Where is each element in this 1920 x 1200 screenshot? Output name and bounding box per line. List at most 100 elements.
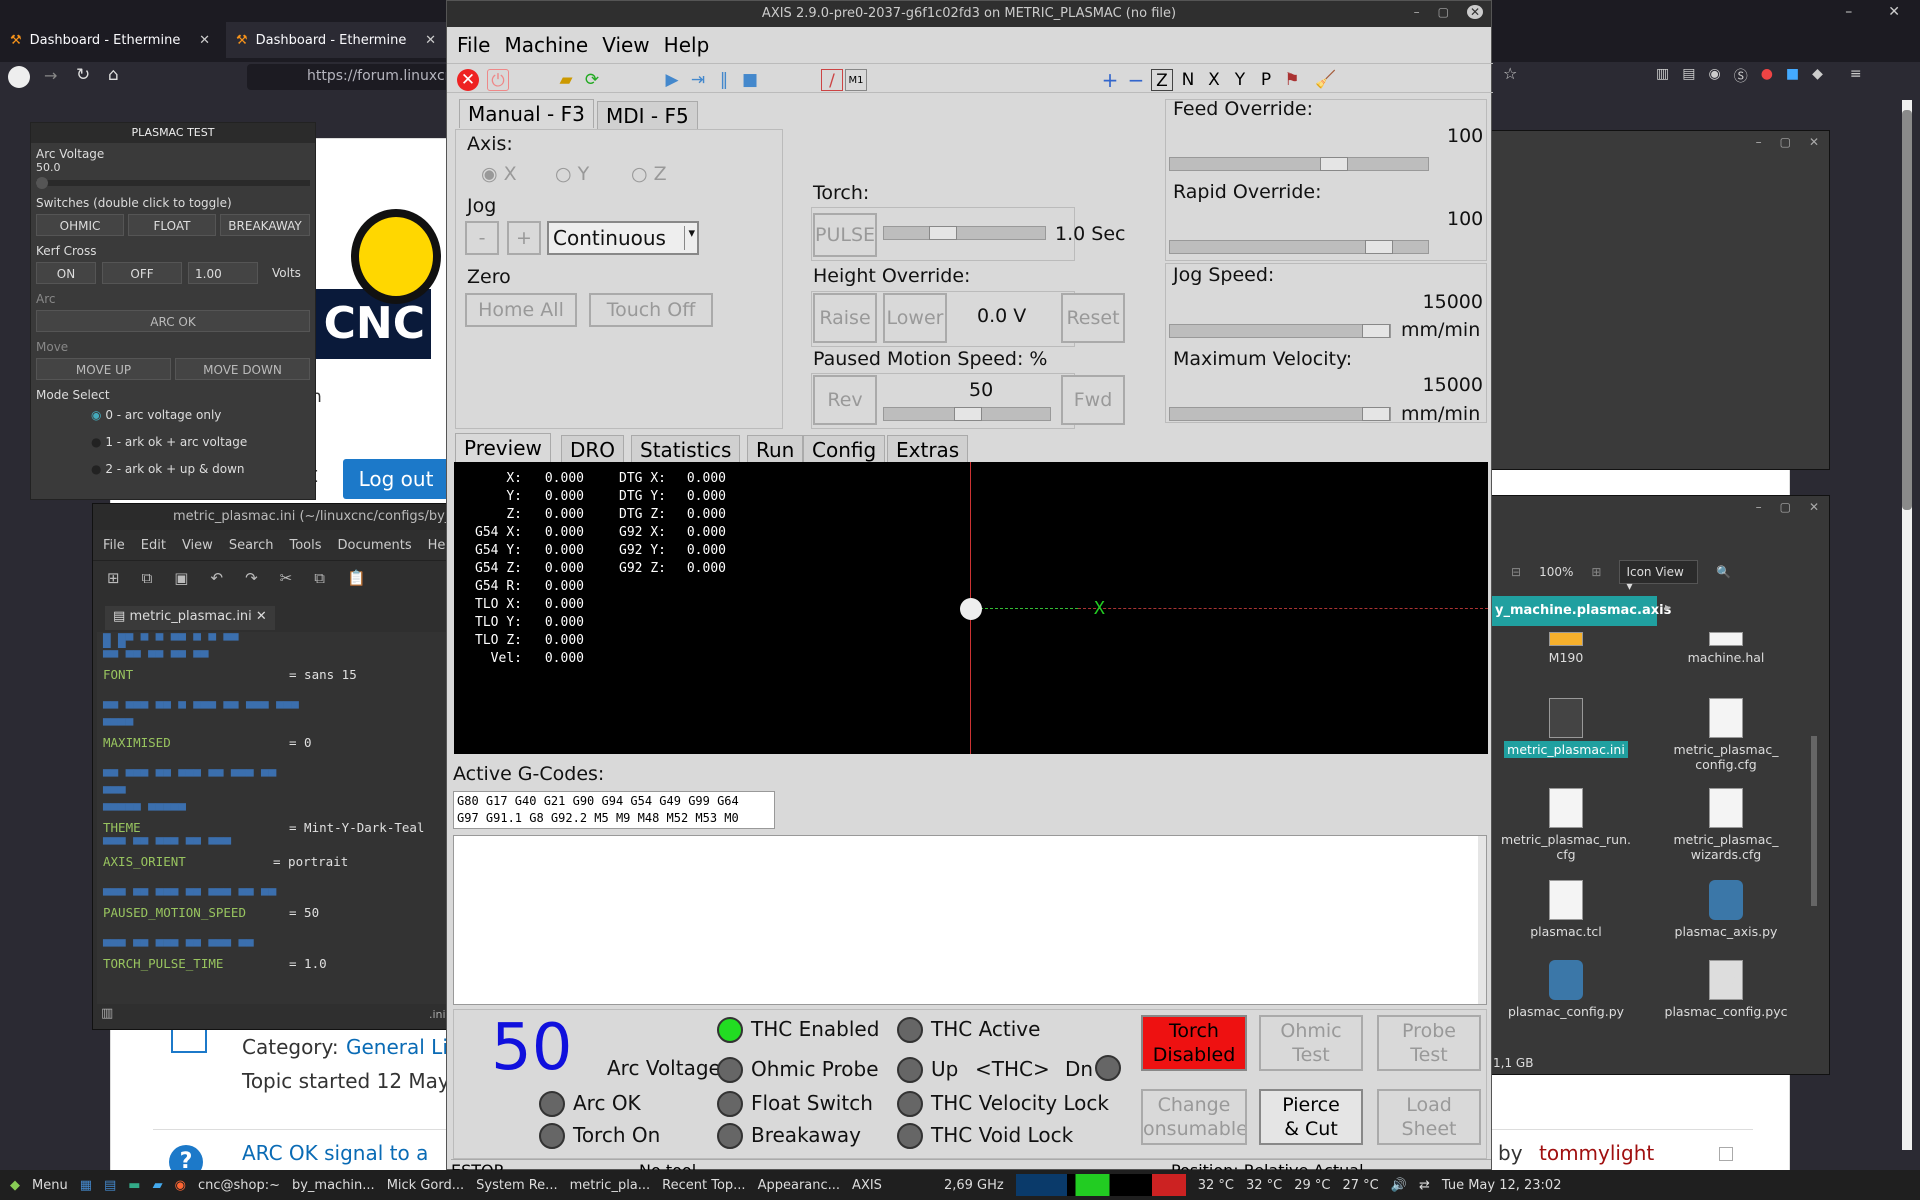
max-velocity-slider[interactable] (1169, 407, 1391, 421)
menu-edit[interactable]: Edit (141, 538, 166, 560)
estop-icon[interactable]: ✕ (457, 69, 479, 91)
tab-extras[interactable]: Extras (887, 435, 969, 464)
view-y-icon[interactable]: Y (1229, 69, 1251, 91)
kerf-value-spinbox[interactable]: 1.00 (188, 262, 258, 284)
rev-button[interactable]: Rev (813, 375, 877, 425)
code-area[interactable]: █ █▀ ▀ ▀ ▀▀ ▀ ▀ ▀▀ ▀▀ ▀▀ ▀▀ ▀▀ ▀▀ FONT = … (97, 632, 447, 1004)
fwd-button[interactable]: Fwd (1061, 375, 1125, 425)
paste-icon[interactable]: 📋 (347, 569, 366, 588)
minimize-icon[interactable]: – (1414, 5, 1420, 19)
arc-ok-button[interactable]: ARC OK (36, 310, 310, 332)
minimize-icon[interactable]: – (1756, 135, 1762, 149)
chevron-right-icon[interactable]: ▸ (1665, 600, 1671, 614)
sidebar-toggle-icon[interactable]: ▥ (101, 1006, 113, 1021)
thread-checkbox[interactable] (1719, 1147, 1733, 1161)
view-z2-icon[interactable]: N (1177, 69, 1199, 91)
close-icon[interactable]: ✕ (199, 33, 210, 48)
mode-radio-0[interactable]: ◉ 0 - arc voltage only (91, 402, 310, 429)
cut-icon[interactable]: ✂ (280, 569, 293, 588)
show-desktop-icon[interactable]: ▦ (80, 1178, 92, 1193)
network-icon[interactable]: ⇄ (1419, 1178, 1430, 1193)
menu-tools[interactable]: Tools (289, 538, 321, 560)
slider-handle[interactable] (1362, 407, 1390, 421)
load-sheet-button[interactable]: Load Sheet (1377, 1089, 1481, 1145)
task-editor[interactable]: metric_pla... (570, 1178, 651, 1193)
raise-button[interactable]: Raise (813, 293, 877, 343)
file-item[interactable]: plasmac_axis.py (1651, 880, 1801, 939)
mdi-history[interactable] (453, 835, 1487, 1005)
move-up-button[interactable]: MOVE UP (36, 358, 171, 380)
back-icon[interactable] (8, 66, 30, 88)
tab-mdi[interactable]: MDI - F5 (597, 101, 698, 130)
folder-icon[interactable]: ▰ (153, 1178, 163, 1193)
minimize-icon[interactable]: – (1845, 4, 1852, 20)
terminal-icon[interactable]: ▬ (128, 1178, 140, 1193)
close-icon[interactable]: ✕ (1888, 4, 1900, 20)
slider-handle[interactable] (954, 407, 982, 421)
menu-view[interactable]: View (182, 538, 213, 560)
task-axis[interactable]: AXIS (852, 1178, 882, 1193)
undo-icon[interactable]: ↶ (210, 569, 223, 588)
close-icon[interactable]: ✕ (1809, 500, 1819, 514)
sidebar-icon[interactable]: ▤ (1682, 66, 1695, 86)
file-manager-icon[interactable]: ▤ (104, 1178, 116, 1193)
file-item[interactable]: metric_plasmac_ config.cfg (1651, 698, 1801, 772)
task-appearance[interactable]: Appearanc... (758, 1178, 840, 1193)
jog-mode-select[interactable]: Continuous ▾ (547, 221, 699, 255)
author-link[interactable]: tommylight (1539, 1141, 1654, 1165)
extension-icon[interactable]: ◆ (1812, 66, 1823, 86)
reload-icon[interactable]: ↻ (76, 65, 90, 85)
axis-radio-y[interactable]: ○ Y (555, 163, 589, 185)
paused-speed-slider[interactable] (883, 407, 1051, 421)
account-icon[interactable]: ◉ (1708, 66, 1720, 86)
run-icon[interactable]: ▶ (661, 69, 683, 91)
arc-voltage-slider[interactable] (36, 177, 310, 189)
tab-dro[interactable]: DRO (561, 435, 625, 464)
logout-button[interactable]: Log out (343, 459, 449, 499)
zoom-out-icon[interactable]: − (1125, 69, 1147, 91)
tab-statistics[interactable]: Statistics (631, 435, 741, 464)
zoom-out-icon[interactable]: ⊟ (1511, 565, 1521, 579)
file-item[interactable]: machine.hal (1651, 632, 1801, 665)
firefox-icon[interactable]: ◉ (175, 1178, 186, 1193)
zoom-in-icon[interactable]: ⊞ (1591, 565, 1601, 579)
torch-disabled-button[interactable]: Torch Disabled (1141, 1015, 1247, 1071)
extension-icon[interactable]: ■ (1786, 66, 1799, 86)
maximize-icon[interactable]: ▢ (1780, 500, 1791, 514)
preview-area[interactable]: X X: 0.000 DTG X: 0.000 Y: 0.000 DTG Y: 0.000 … (454, 462, 1488, 754)
file-item[interactable]: ⚙ plasmac_config.pyc (1651, 960, 1801, 1019)
lower-button[interactable]: Lower (883, 293, 947, 343)
breakaway-button[interactable]: BREAKAWAY (220, 214, 310, 236)
home-icon[interactable]: ⌂ (108, 65, 119, 85)
stop-icon[interactable]: ■ (739, 69, 761, 91)
editor-tab[interactable]: ▤ metric_plasmac.ini ✕ (105, 606, 275, 630)
touch-off-button[interactable]: Touch Off (589, 293, 713, 327)
view-z-icon[interactable]: Z (1151, 69, 1173, 91)
category-link[interactable]: General Li (346, 1035, 448, 1059)
volume-icon[interactable]: 🔊 (1391, 1178, 1407, 1193)
close-icon[interactable]: ✕ (1467, 5, 1483, 19)
task-system[interactable]: System Re... (476, 1178, 557, 1193)
path-crumb[interactable]: y_machine.plasmac.axis (1491, 596, 1671, 626)
file-item[interactable]: M190 (1491, 632, 1641, 665)
copy-icon[interactable]: ⧉ (314, 569, 325, 588)
bookmark-star-icon[interactable]: ☆ (1503, 64, 1517, 83)
axis-radio-x[interactable]: ◉ X (481, 163, 517, 185)
file-item[interactable]: metric_plasmac_ wizards.cfg (1651, 788, 1801, 862)
menu-documents[interactable]: Documents (338, 538, 412, 560)
menu-view[interactable]: View (602, 33, 649, 61)
slider-handle[interactable] (929, 226, 957, 240)
kerf-off-button[interactable]: OFF (102, 262, 182, 284)
page-scrollbar[interactable] (1902, 100, 1912, 1150)
axis-radio-z[interactable]: ○ Z (631, 163, 667, 185)
browser-tab[interactable]: ⚒ Dashboard - Ethermine ✕ (226, 22, 446, 58)
clear-plot-icon[interactable]: 🧹 (1315, 69, 1337, 91)
power-icon[interactable]: ⏻ (487, 69, 509, 91)
task-mick[interactable]: Mick Gord... (387, 1178, 464, 1193)
view-x-icon[interactable]: X (1203, 69, 1225, 91)
file-item[interactable]: plasmac.tcl (1491, 880, 1641, 939)
zoom-in-icon[interactable]: + (1099, 69, 1121, 91)
thread-link[interactable]: ARC OK signal to a (242, 1141, 428, 1165)
pierce-cut-button[interactable]: Pierce & Cut (1259, 1089, 1363, 1145)
reload-icon[interactable]: ⟳ (581, 69, 603, 91)
